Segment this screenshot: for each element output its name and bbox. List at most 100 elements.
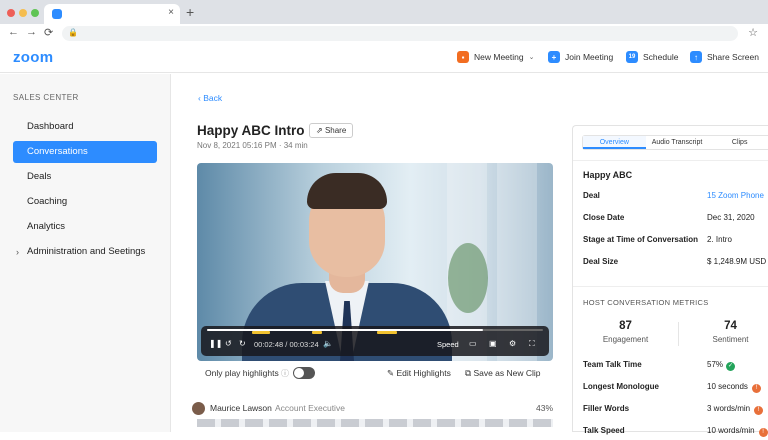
zoom-favicon-icon [52,9,62,19]
engagement-label: Engagement [573,335,678,344]
page-title: Happy ABC Intro [197,123,305,138]
back-arrow-icon[interactable]: ← [8,26,19,38]
minimize-window-icon[interactable] [19,9,27,17]
share-button[interactable]: ⇗ Share [309,123,353,138]
sentiment-metric: 74 Sentiment [678,320,768,344]
sidebar-item-deals[interactable]: Deals [13,166,157,188]
lock-icon: 🔒 [68,28,78,37]
sidebar: SALES CENTER Dashboard Conversations Dea… [0,74,171,432]
pip-icon[interactable]: ▣ [489,339,497,348]
fullscreen-icon[interactable]: ⛶ [529,339,535,349]
divider [573,286,768,287]
detail-row: Stage at Time of Conversation 2. Intro [583,235,768,249]
metric-key: Team Talk Time [583,360,642,369]
share-arrow-icon: ⇗ [316,126,325,135]
tab-clips[interactable]: Clips [708,136,768,149]
player-controls: ❚❚ ↺ ↻ 00:02:48 / 00:03:24 🔈 Speed ▭ ▣ ⚙… [201,326,549,356]
captions-icon[interactable]: ▭ [469,339,477,348]
new-meeting-button[interactable]: ▪ New Meeting ⌄ [457,51,534,63]
browser-tab[interactable]: × [44,4,180,24]
highlight-marker[interactable] [252,331,270,334]
metric-key: Filler Words [583,404,629,413]
share-screen-label: Share Screen [707,52,759,62]
detail-key: Stage at Time of Conversation [583,235,698,244]
speaker-row: Maurice Lawson Account Executive 43% [192,401,553,417]
sidebar-item-analytics[interactable]: Analytics [13,216,157,238]
plus-icon: + [548,51,560,63]
reload-icon[interactable]: ⟳ [44,26,53,39]
panel-tabs: Overview Audio Transcript Clips [582,135,768,150]
fast-forward-icon[interactable]: ↻ [239,339,246,348]
progress-fill [207,329,483,331]
close-window-icon[interactable] [7,9,15,17]
join-meeting-button[interactable]: + Join Meeting [548,51,613,63]
save-clip-label: Save as New Clip [473,368,540,378]
metric-row: Longest Monologue10 seconds! [583,382,768,396]
detail-value: 2. Intro [707,235,732,244]
tab-strip: × + [0,0,768,24]
info-icon[interactable]: ⓘ [281,368,289,379]
metrics-heading: HOST CONVERSATION METRICS [583,298,709,307]
talk-timeline[interactable] [197,419,553,427]
detail-key: Close Date [583,213,624,222]
tab-overview[interactable]: Overview [583,136,646,149]
engagement-score: 87 [573,320,678,332]
schedule-button[interactable]: 19 Schedule [626,51,678,63]
tab-audio-transcript[interactable]: Audio Transcript [646,136,709,149]
edit-highlights-button[interactable]: ✎ Edit Highlights [387,368,451,379]
sidebar-item-dashboard[interactable]: Dashboard [13,116,157,138]
chevron-right-icon: › [16,241,19,263]
close-tab-icon[interactable]: × [168,7,174,18]
metric-value-wrap: 10 seconds! [707,382,761,393]
browser-toolbar: ← → ⟳ 🔒 ☆ [0,24,768,43]
engagement-metric: 87 Engagement [573,320,678,344]
speaker-role: Account Executive [275,403,345,413]
speed-button[interactable]: Speed [437,340,459,349]
new-meeting-label: New Meeting [474,52,524,62]
metric-row: Talk Speed10 words/min! [583,426,768,440]
save-clip-button[interactable]: ⧉ Save as New Clip [465,368,541,379]
check-icon: ✓ [726,362,735,371]
highlight-marker[interactable] [377,331,397,334]
volume-icon[interactable]: 🔈 [323,339,333,348]
detail-value: Dec 31, 2020 [707,213,755,222]
back-link[interactable]: ‹ Back [198,93,222,103]
pause-icon[interactable]: ❚❚ [209,339,222,348]
details-panel: Overview Audio Transcript Clips Happy AB… [572,125,768,432]
highlights-toggle[interactable] [293,367,315,379]
chevron-down-icon[interactable]: ⌄ [529,53,535,61]
deal-link[interactable]: 15 Zoom Phone [707,191,764,200]
share-screen-button[interactable]: ↑ Share Screen [690,51,759,63]
detail-row: Deal15 Zoom Phone [583,191,768,205]
back-label: Back [203,93,222,103]
sidebar-item-administration[interactable]: › Administration and Seetings [13,241,157,263]
speaker-percent: 43% [536,403,553,413]
metric-value: 10 words/min [707,426,755,435]
address-bar[interactable]: 🔒 ☆ [62,26,738,41]
settings-gear-icon[interactable]: ⚙ [509,339,516,348]
warning-icon[interactable]: ! [759,428,768,437]
divider [573,160,768,161]
video-camera-icon: ▪ [457,51,469,63]
detail-key: Deal Size [583,257,618,266]
person-hair [307,173,387,209]
avatar [192,402,205,415]
bookmark-star-icon[interactable]: ☆ [748,26,758,39]
zoom-logo[interactable]: zoom [13,49,53,66]
rewind-icon[interactable]: ↺ [225,339,232,348]
sidebar-item-coaching[interactable]: Coaching [13,191,157,213]
highlight-marker[interactable] [312,331,322,334]
upload-arrow-icon: ↑ [690,51,702,63]
video-player[interactable]: ❚❚ ↺ ↻ 00:02:48 / 00:03:24 🔈 Speed ▭ ▣ ⚙… [197,163,553,361]
new-tab-button[interactable]: + [186,4,194,20]
detail-row: Close Date Dec 31, 2020 [583,213,768,227]
share-label: Share [325,126,346,135]
forward-arrow-icon[interactable]: → [26,26,37,38]
metric-value-wrap: 57%✓ [707,360,735,371]
calendar-icon: 19 [626,51,638,63]
sidebar-item-conversations[interactable]: Conversations [13,141,157,163]
maximize-window-icon[interactable] [31,9,39,17]
warning-icon[interactable]: ! [752,384,761,393]
warning-icon[interactable]: ! [754,406,763,415]
progress-bar[interactable] [207,329,543,331]
